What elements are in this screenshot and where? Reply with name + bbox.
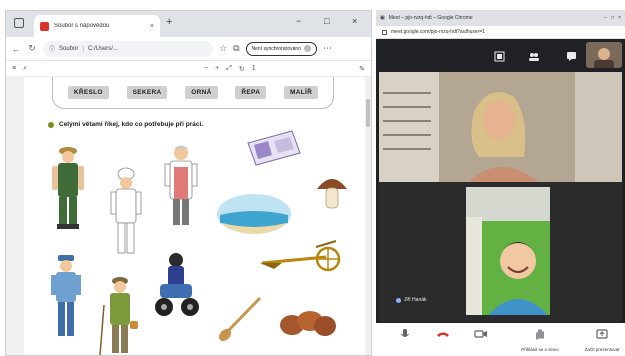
present-label: Začít prezentovat [584,347,620,352]
plough-illustration [260,240,341,272]
url-scheme-label: Soubor [59,45,79,52]
student-video [466,187,550,315]
banknote-illustration [247,130,301,166]
zoom-out-button[interactable]: − [204,65,208,72]
participant-name-label: Jiří Hanák [396,297,427,303]
butcher-illustration [164,145,198,225]
settings-icon[interactable]: ⋯ [323,43,332,54]
pdf-favicon-icon [40,21,49,31]
word-1: KŘESLO [67,86,109,99]
sidebar-icon[interactable] [14,18,24,28]
instruction-bullet-icon [48,121,54,128]
mushroom-illustration [317,179,347,209]
sync-label: Není synchronizováno [251,45,301,52]
microphone-button[interactable] [394,327,416,345]
old-man-illustration [99,277,138,355]
student-video-frame [466,187,550,315]
layout-icon[interactable] [494,51,505,62]
meet-control-bar: Přihlásit se o slovo Začít prezentovat [376,323,625,356]
participant-name: Jiří Hanák [404,297,427,303]
browser-tab[interactable]: Soubor s nápovědou × [34,15,160,37]
baker-illustration [110,167,142,254]
raise-hand-label: Přihlásit se o slovo [521,347,559,352]
url-field[interactable]: ⓘ Soubor | C:/Users/... [43,40,213,57]
close-window-button[interactable]: × [618,15,621,21]
instruction-text: Celými větami říkej, kdo co potřebuje př… [59,121,204,128]
screen: Soubor s nápovědou × + − □ × ← ↻ ⓘ Soubo… [0,0,625,356]
page-gutter [6,77,24,355]
present-button[interactable]: Začít prezentovat [582,327,622,352]
chrome-titlebar: ▣ Meet – pjo-rvzq-hdt – Google Chrome − … [376,10,625,26]
self-view-thumbnail[interactable] [586,42,622,68]
maximize-button[interactable]: □ [611,15,614,21]
word-4: ŘEPA [235,86,267,99]
camera-button[interactable] [470,327,492,345]
collections-icon[interactable]: ⧉ [233,43,239,54]
camera-icon [474,330,487,338]
tab-title: Soubor s nápovědou [54,23,110,29]
teacher-video-tile[interactable] [379,72,622,182]
scrollbar-thumb[interactable] [366,99,370,127]
motorcyclist-illustration [155,253,199,316]
word-5: MALÍŘ [283,86,319,99]
meet-window: ▣ Meet – pjo-rvzq-hdt – Google Chrome − … [376,10,625,356]
hangup-button[interactable] [432,327,454,345]
present-icon [596,329,608,339]
meet-favicon-icon: ▣ [380,15,385,21]
search-icon[interactable]: ⌕ [23,65,27,73]
zoom-in-button[interactable]: + [215,65,219,72]
address-bar: ← ↻ ⓘ Soubor | C:/Users/... ☆ ⧉ Není syn… [6,37,371,61]
raise-hand-icon [536,329,544,340]
farmer-illustration [52,147,84,229]
speaking-indicator-icon [396,297,401,303]
raise-hand-button[interactable]: Přihlásit se o slovo [516,327,564,352]
profile-avatar [304,45,311,52]
sync-button[interactable]: Není synchronizováno [245,41,317,56]
word-box: KŘESLO SEKERA ORNÁ ŘEPA MALÍŘ [52,77,334,109]
refresh-icon[interactable]: ↻ [27,43,37,54]
pin-icon[interactable]: ✎ [359,65,365,73]
minimize-button[interactable]: − [604,15,607,21]
tab-close-icon[interactable]: × [150,23,154,30]
maximize-button[interactable]: □ [324,16,329,26]
microphone-icon [401,329,409,337]
chat-icon[interactable] [566,51,577,62]
url-path: C:/Users/... [87,45,118,52]
favorites-icon[interactable]: ☆ [219,43,227,54]
painter-illustration [51,255,81,336]
meet-window-title: Meet – pjo-rvzq-hdt – Google Chrome [388,15,473,21]
pdf-toolbar: ≡ ⌕ − + ⤢ ↻ 1 ✎ [6,61,371,77]
teacher-video [379,72,622,182]
minimize-button[interactable]: − [296,16,301,26]
hangup-icon [437,332,449,337]
back-icon[interactable]: ← [11,44,21,54]
wooden-spoon-illustration [218,296,262,342]
close-window-button[interactable]: × [352,16,357,26]
new-tab-button[interactable]: + [166,16,172,28]
self-view-video [586,42,622,68]
table-of-contents-icon[interactable]: ≡ [12,65,16,72]
instruction: Celými větami říkej, kdo co potřebuje př… [48,121,203,128]
meet-url: meet.google.com/pjo-rvzq-hdt?authuser=1 [391,29,486,35]
lock-icon [382,29,387,35]
sea-beach-illustration [217,194,291,234]
page-number[interactable]: 1 [252,65,256,72]
people-icon[interactable] [528,51,539,62]
fit-page-icon[interactable]: ⤢ [226,65,232,73]
word-3: ORNÁ [185,86,218,99]
pastry-illustration [280,311,336,336]
rotate-icon[interactable]: ↻ [239,65,245,73]
edge-window: Soubor s nápovědou × + − □ × ← ↻ ⓘ Soubo… [5,10,372,356]
meet-address-bar[interactable]: meet.google.com/pjo-rvzq-hdt?authuser=1 [376,26,625,39]
edge-titlebar: Soubor s nápovědou × + − □ × [6,11,371,37]
word-2: SEKERA [126,86,168,99]
url-separator: | [82,45,84,52]
info-icon: ⓘ [49,47,56,53]
